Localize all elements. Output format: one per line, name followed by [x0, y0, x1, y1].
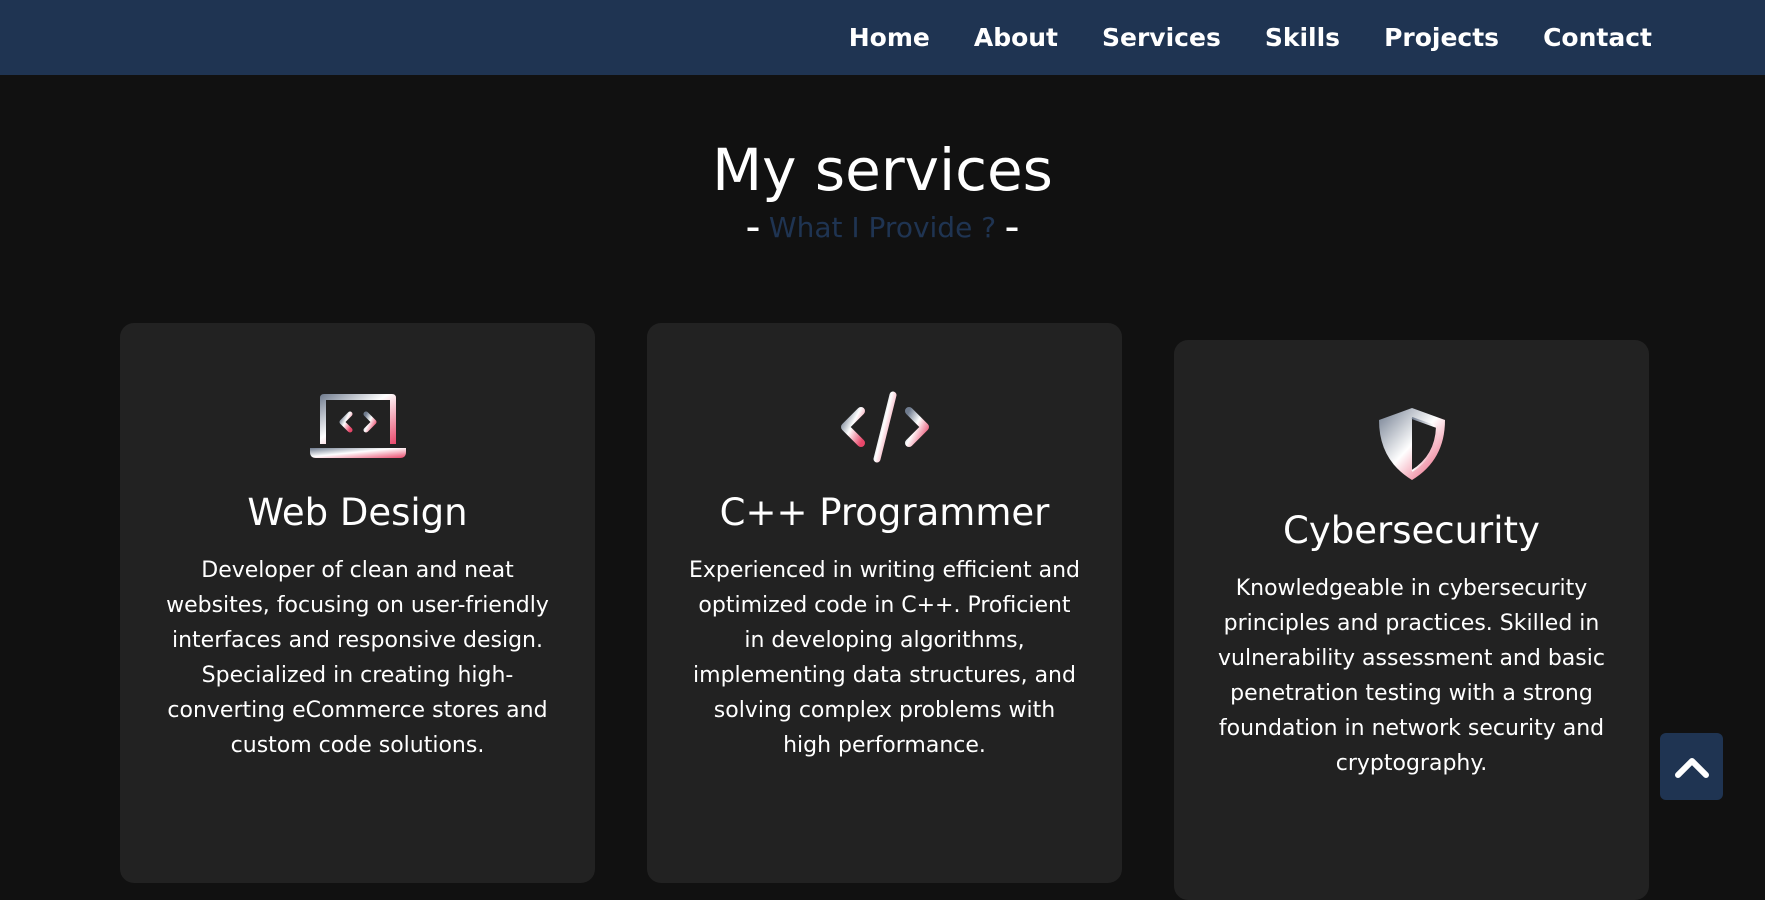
service-card-cybersecurity: Cybersecurity Knowledgeable in cybersecu… [1174, 340, 1649, 900]
nav-link-skills[interactable]: Skills [1265, 23, 1340, 52]
nav-link-services[interactable]: Services [1102, 23, 1221, 52]
service-description: Knowledgeable in cybersecurity principle… [1218, 576, 1605, 776]
laptop-code-icon [120, 389, 595, 465]
nav-link-home[interactable]: Home [849, 23, 930, 52]
nav-link-about[interactable]: About [974, 23, 1058, 52]
service-card-cpp-programmer: C++ Programmer Experienced in writing ef… [647, 323, 1122, 883]
service-title: Web Design [247, 491, 468, 534]
chevron-up-icon [1674, 757, 1709, 778]
nav-link-contact[interactable]: Contact [1543, 23, 1652, 52]
service-description: Developer of clean and neat websites, fo… [166, 558, 549, 758]
service-title: Cybersecurity [1283, 509, 1540, 552]
section-title: My services [712, 136, 1053, 204]
nav-menu: Home About Services Skills Projects Cont… [849, 0, 1652, 75]
nav-link-projects[interactable]: Projects [1384, 23, 1499, 52]
scroll-top-button[interactable] [1660, 733, 1723, 800]
service-title: C++ Programmer [719, 491, 1050, 534]
subtitle-text: What I Provide ? [768, 211, 997, 244]
service-description: Experienced in writing efficient and opt… [689, 558, 1080, 758]
code-icon [647, 389, 1122, 465]
subtitle-dash-right: – [1004, 211, 1019, 244]
subtitle-dash-left: – [746, 211, 760, 244]
service-card-web-design: Web Design Developer of clean and neat w… [120, 323, 595, 883]
shield-icon [1174, 406, 1649, 482]
navbar: Home About Services Skills Projects Cont… [0, 0, 1765, 75]
section-subtitle: – What I Provide ? – [0, 208, 1765, 248]
